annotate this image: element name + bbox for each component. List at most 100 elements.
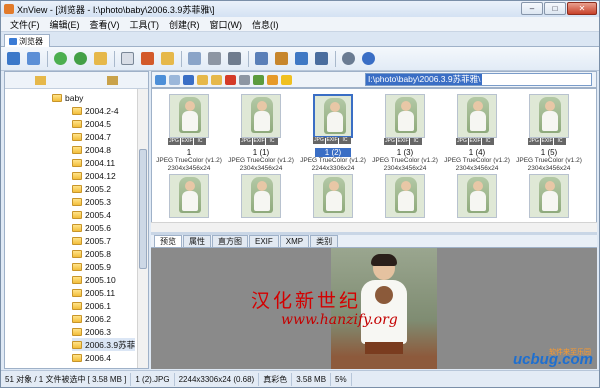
badge-ic: IC <box>339 137 351 144</box>
tab-properties[interactable]: 属性 <box>183 235 211 247</box>
tree-node-folder[interactable]: 2004.2-4 <box>72 104 119 117</box>
delete-icon[interactable] <box>225 74 236 85</box>
tree-node-folder[interactable]: 2005.10 <box>72 273 116 286</box>
tree-node-folder[interactable]: 2004.5 <box>72 117 111 130</box>
filter-icon[interactable] <box>267 74 278 85</box>
nav-up-icon[interactable] <box>183 74 194 85</box>
tree-node-folder[interactable]: 2006.2 <box>72 312 111 325</box>
menu-view[interactable]: 查看(V) <box>85 18 125 31</box>
refresh-icon[interactable] <box>71 50 89 68</box>
settings-gear-icon[interactable] <box>339 50 357 68</box>
tree-node-folder[interactable]: 2006.3 <box>72 325 111 338</box>
tree-node-folder[interactable]: 2005.8 <box>72 247 111 260</box>
tree-node-folder[interactable]: 2004.11 <box>72 156 115 169</box>
fullscreen-icon[interactable] <box>24 50 42 68</box>
minimize-button[interactable]: – <box>521 2 543 15</box>
toolbar-divider <box>335 50 336 67</box>
menu-bar: 文件(F) 编辑(E) 查看(V) 工具(T) 创建(R) 窗口(W) 信息(I… <box>1 17 599 32</box>
thumbnail-item[interactable]: JPG EXIF IC 1 (3) JPEG TrueColor (v1.2) 23… <box>370 94 440 173</box>
thumbnail-item[interactable] <box>298 174 368 218</box>
open-folder-icon[interactable] <box>91 50 109 68</box>
thumbnail-item[interactable] <box>154 174 224 218</box>
menu-edit[interactable]: 编辑(E) <box>45 18 85 31</box>
tree-node-label: 2006.3.9苏菲 <box>85 339 136 350</box>
menu-window[interactable]: 窗口(W) <box>205 18 248 31</box>
tree-node-folder[interactable]: 2006.4 <box>72 351 111 364</box>
menu-create[interactable]: 创建(R) <box>164 18 205 31</box>
tree-node-folder[interactable]: 2005.4 <box>72 208 111 221</box>
scrollbar-thumb[interactable] <box>139 149 147 269</box>
close-button[interactable]: ✕ <box>567 2 597 15</box>
thumbnail-item[interactable]: JPG EXIF IC 1 (1) JPEG TrueColor (v1.2) 23… <box>226 94 296 173</box>
tree-node-folder[interactable]: 2004.8 <box>72 143 111 156</box>
nav-forward-icon[interactable] <box>169 74 180 85</box>
view-mode-icon[interactable] <box>239 74 250 85</box>
browse-icon[interactable] <box>4 50 22 68</box>
sort-icon[interactable] <box>253 74 264 85</box>
favorites-icon[interactable] <box>106 75 118 85</box>
thumbnail-item-selected[interactable]: JPG EXIF IC 1 (2) JPEG TrueColor (v1.2) 22… <box>298 94 368 173</box>
back-icon[interactable] <box>51 50 69 68</box>
menu-file[interactable]: 文件(F) <box>5 18 45 31</box>
thumbnail-scrollbar[interactable] <box>151 222 597 232</box>
menu-info[interactable]: 信息(I) <box>247 18 284 31</box>
display-icon[interactable] <box>312 50 330 68</box>
tree-node-folder[interactable]: 2005.6 <box>72 221 111 234</box>
thumbnail-name: 1 (5) <box>540 148 558 157</box>
path-input[interactable]: I:\photo\baby\2006.3.9苏菲雅\ <box>365 73 592 86</box>
tree-node-folder[interactable]: 2005.9 <box>72 260 111 273</box>
info-icon[interactable] <box>359 50 377 68</box>
tree-node-folder[interactable]: 2005.7 <box>72 234 111 247</box>
copy-icon[interactable] <box>118 50 136 68</box>
folder-icon <box>72 106 82 115</box>
nav-back-icon[interactable] <box>155 74 166 85</box>
tab-preview[interactable]: 预览 <box>154 235 182 247</box>
monitor-icon[interactable] <box>292 50 310 68</box>
tree-node-baby[interactable]: baby <box>52 91 83 104</box>
thumbnail-item[interactable]: JPG EXIF IC 1 JPEG TrueColor (v1.2) 2304x3… <box>154 94 224 173</box>
folders-icon[interactable] <box>35 75 47 85</box>
tab-browser[interactable]: 浏览器 <box>4 34 50 47</box>
tree-node-folder[interactable]: 2005.3 <box>72 195 111 208</box>
thumbnail-item[interactable] <box>514 174 584 218</box>
thumbnail-item[interactable] <box>442 174 512 218</box>
new-folder-icon[interactable] <box>197 74 208 85</box>
maximize-button[interactable]: □ <box>544 2 566 15</box>
toolbar-divider <box>114 50 115 67</box>
rating-star-icon[interactable] <box>281 74 292 85</box>
thumbnail-item[interactable]: JPG EXIF IC 1 (4) JPEG TrueColor (v1.2) 23… <box>442 94 512 173</box>
tree-node-label: 2005.10 <box>85 274 116 285</box>
scan-icon[interactable] <box>225 50 243 68</box>
badge-ic: IC <box>482 138 494 145</box>
wallpaper-icon[interactable] <box>272 50 290 68</box>
status-filesize: 3.58 MB <box>292 372 332 386</box>
tab-exif[interactable]: EXIF <box>249 235 279 247</box>
folder-icon <box>72 301 82 310</box>
tab-xmp[interactable]: XMP <box>279 235 310 247</box>
title-bar: XnView - [浏览器 - I:\photo\baby\2006.3.9苏菲… <box>1 1 599 17</box>
tree-node-folder[interactable]: 2004.12 <box>72 169 116 182</box>
badge-exif: EXIF <box>326 137 338 144</box>
watermark-logo: ucbug.com <box>513 351 594 368</box>
print-icon[interactable] <box>205 50 223 68</box>
convert-icon[interactable] <box>138 50 156 68</box>
find-icon[interactable] <box>158 50 176 68</box>
menu-tools[interactable]: 工具(T) <box>125 18 165 31</box>
tree-scrollbar[interactable] <box>137 89 148 368</box>
tree-node-folder[interactable]: 2004.7 <box>72 130 111 143</box>
tree-node-selected-folder[interactable]: 2006.3.9苏菲 <box>72 338 136 351</box>
tree-node-folder[interactable]: 2006.1 <box>72 299 111 312</box>
folder-icon <box>72 327 82 336</box>
tree-node-folder[interactable]: 2005.11 <box>72 286 115 299</box>
tab-category[interactable]: 类别 <box>310 235 339 247</box>
thumbnail-item[interactable] <box>370 174 440 218</box>
thumbnail-item[interactable] <box>226 174 296 218</box>
screenshot-icon[interactable] <box>252 50 270 68</box>
tree-node-folder[interactable]: 2005.2 <box>72 182 111 195</box>
thumbnail-name: 1 (2) <box>314 148 352 157</box>
slideshow-icon[interactable] <box>185 50 203 68</box>
copy-to-icon[interactable] <box>211 74 222 85</box>
badge-ic: IC <box>554 138 566 145</box>
thumbnail-item[interactable]: JPG EXIF IC 1 (5) JPEG TrueColor (v1.2) 23… <box>514 94 584 173</box>
tab-histogram[interactable]: 直方图 <box>212 235 248 247</box>
